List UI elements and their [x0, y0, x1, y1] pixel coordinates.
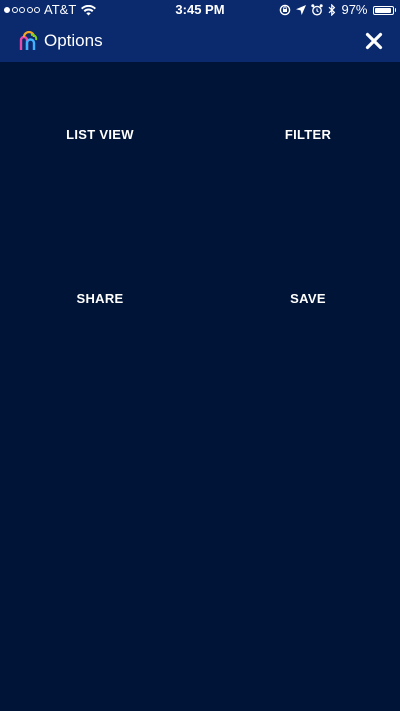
battery-percent: 97%	[341, 2, 368, 17]
battery-body	[372, 5, 394, 15]
alarm-icon	[311, 4, 324, 16]
status-bar: AT&T 3:45 PM 97%	[0, 0, 400, 20]
list-view-option[interactable]: LIST VIEW	[0, 114, 200, 154]
filter-option[interactable]: FILTER	[208, 114, 400, 154]
battery-fill	[374, 7, 391, 13]
bluetooth-icon	[328, 4, 336, 16]
app-logo-icon	[18, 30, 38, 51]
status-bar-right: 97%	[279, 0, 396, 20]
battery-icon	[372, 5, 396, 15]
page-title: Options	[44, 31, 103, 50]
battery-cap	[394, 8, 396, 12]
close-icon[interactable]	[362, 29, 386, 53]
lock-rotation-icon	[279, 4, 291, 16]
header-bar: Options	[0, 20, 400, 62]
share-option[interactable]: SHARE	[0, 278, 200, 318]
close-button[interactable]	[362, 29, 386, 53]
location-arrow-icon	[296, 5, 307, 15]
save-option[interactable]: SAVE	[208, 278, 400, 318]
